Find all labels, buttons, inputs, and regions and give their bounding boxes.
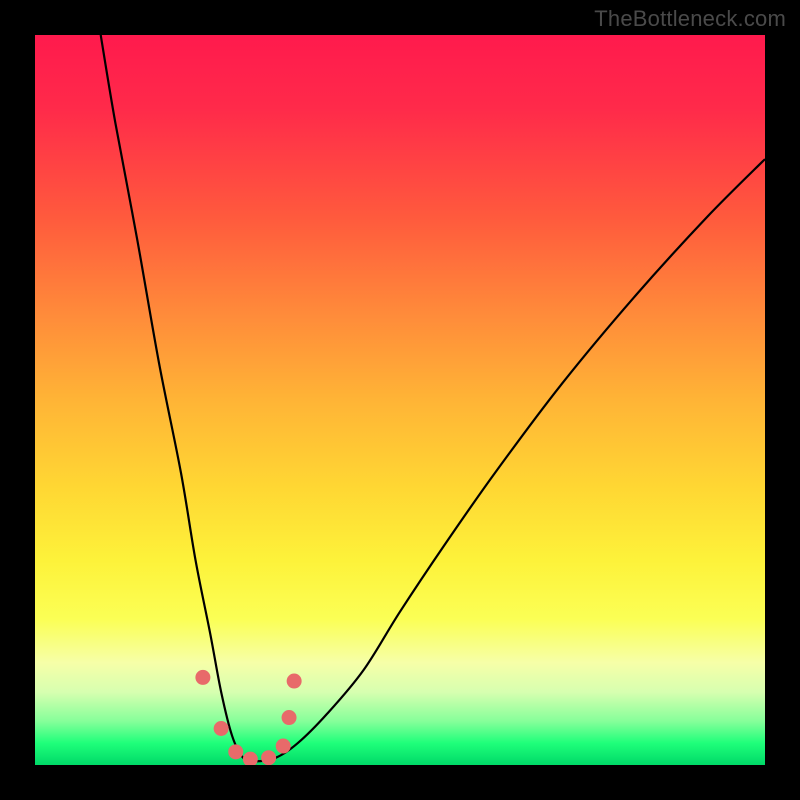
curve-layer xyxy=(35,35,765,765)
curve-marker xyxy=(195,670,210,685)
curve-marker xyxy=(243,752,258,765)
curve-marker xyxy=(276,739,291,754)
curve-marker xyxy=(261,750,276,765)
curve-marker xyxy=(228,744,243,759)
curve-marker xyxy=(282,710,297,725)
plot-area xyxy=(35,35,765,765)
curve-marker xyxy=(214,721,229,736)
chart-frame: TheBottleneck.com xyxy=(0,0,800,800)
watermark-text: TheBottleneck.com xyxy=(594,6,786,32)
curve-markers xyxy=(195,670,301,765)
curve-marker xyxy=(287,674,302,689)
bottleneck-curve xyxy=(101,35,765,761)
